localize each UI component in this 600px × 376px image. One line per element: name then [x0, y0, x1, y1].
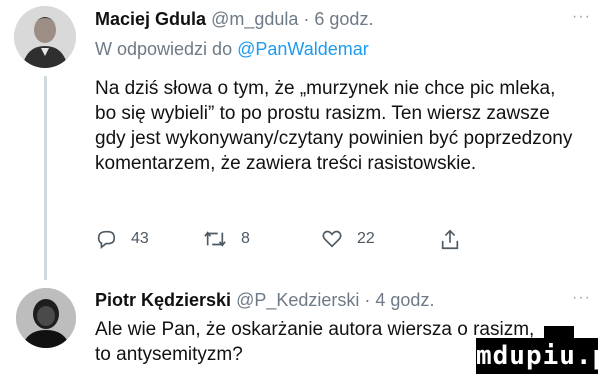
like-count: 22	[357, 230, 375, 247]
tweet-text: Ale wie Pan, że oskarżanie autora wiersz…	[95, 319, 535, 365]
author-handle[interactable]: @m_gdula	[211, 9, 298, 29]
avatar[interactable]	[16, 288, 76, 348]
author-name[interactable]: Piotr Kędzierski	[95, 290, 231, 310]
thread-connector-line	[44, 76, 47, 280]
user-portrait-icon	[16, 288, 76, 348]
share-icon	[441, 229, 459, 250]
share-button[interactable]	[439, 228, 461, 252]
retweet-icon	[204, 231, 226, 247]
like-button[interactable]: 22	[321, 228, 375, 250]
timestamp[interactable]: · 4 godz.	[364, 290, 434, 310]
reply-icon	[97, 230, 116, 249]
tweet-text: Na dziś słowa o tym, że „murzynek nie ch…	[95, 78, 573, 174]
reply-context: W odpowiedzi do @PanWaldemar	[95, 39, 369, 60]
tweet-actions: 43 8 22	[95, 228, 555, 254]
tweet-header: Maciej Gdula @m_gdula · 6 godz.	[95, 8, 373, 30]
watermark: mdupiu.pl	[476, 338, 600, 374]
author-handle[interactable]: @P_Kedzierski	[236, 290, 359, 310]
reply-count: 43	[131, 230, 149, 247]
tweet-thread: Maciej Gdula @m_gdula · 6 godz. ··· W od…	[0, 0, 600, 376]
heart-icon	[322, 230, 342, 248]
retweet-count: 8	[241, 230, 250, 247]
avatar[interactable]	[14, 6, 76, 68]
author-name[interactable]: Maciej Gdula	[95, 9, 206, 29]
reply-prefix: W odpowiedzi do	[95, 39, 233, 59]
user-portrait-icon	[14, 6, 76, 68]
more-options-icon[interactable]: ···	[572, 8, 591, 26]
timestamp[interactable]: · 6 godz.	[303, 9, 373, 29]
retweet-button[interactable]: 8	[203, 228, 250, 250]
reply-handle-link[interactable]: @PanWaldemar	[237, 39, 369, 59]
reply-button[interactable]: 43	[95, 228, 149, 250]
more-options-icon[interactable]: ···	[572, 289, 591, 307]
tweet-header: Piotr Kędzierski @P_Kedzierski · 4 godz.	[95, 289, 434, 311]
